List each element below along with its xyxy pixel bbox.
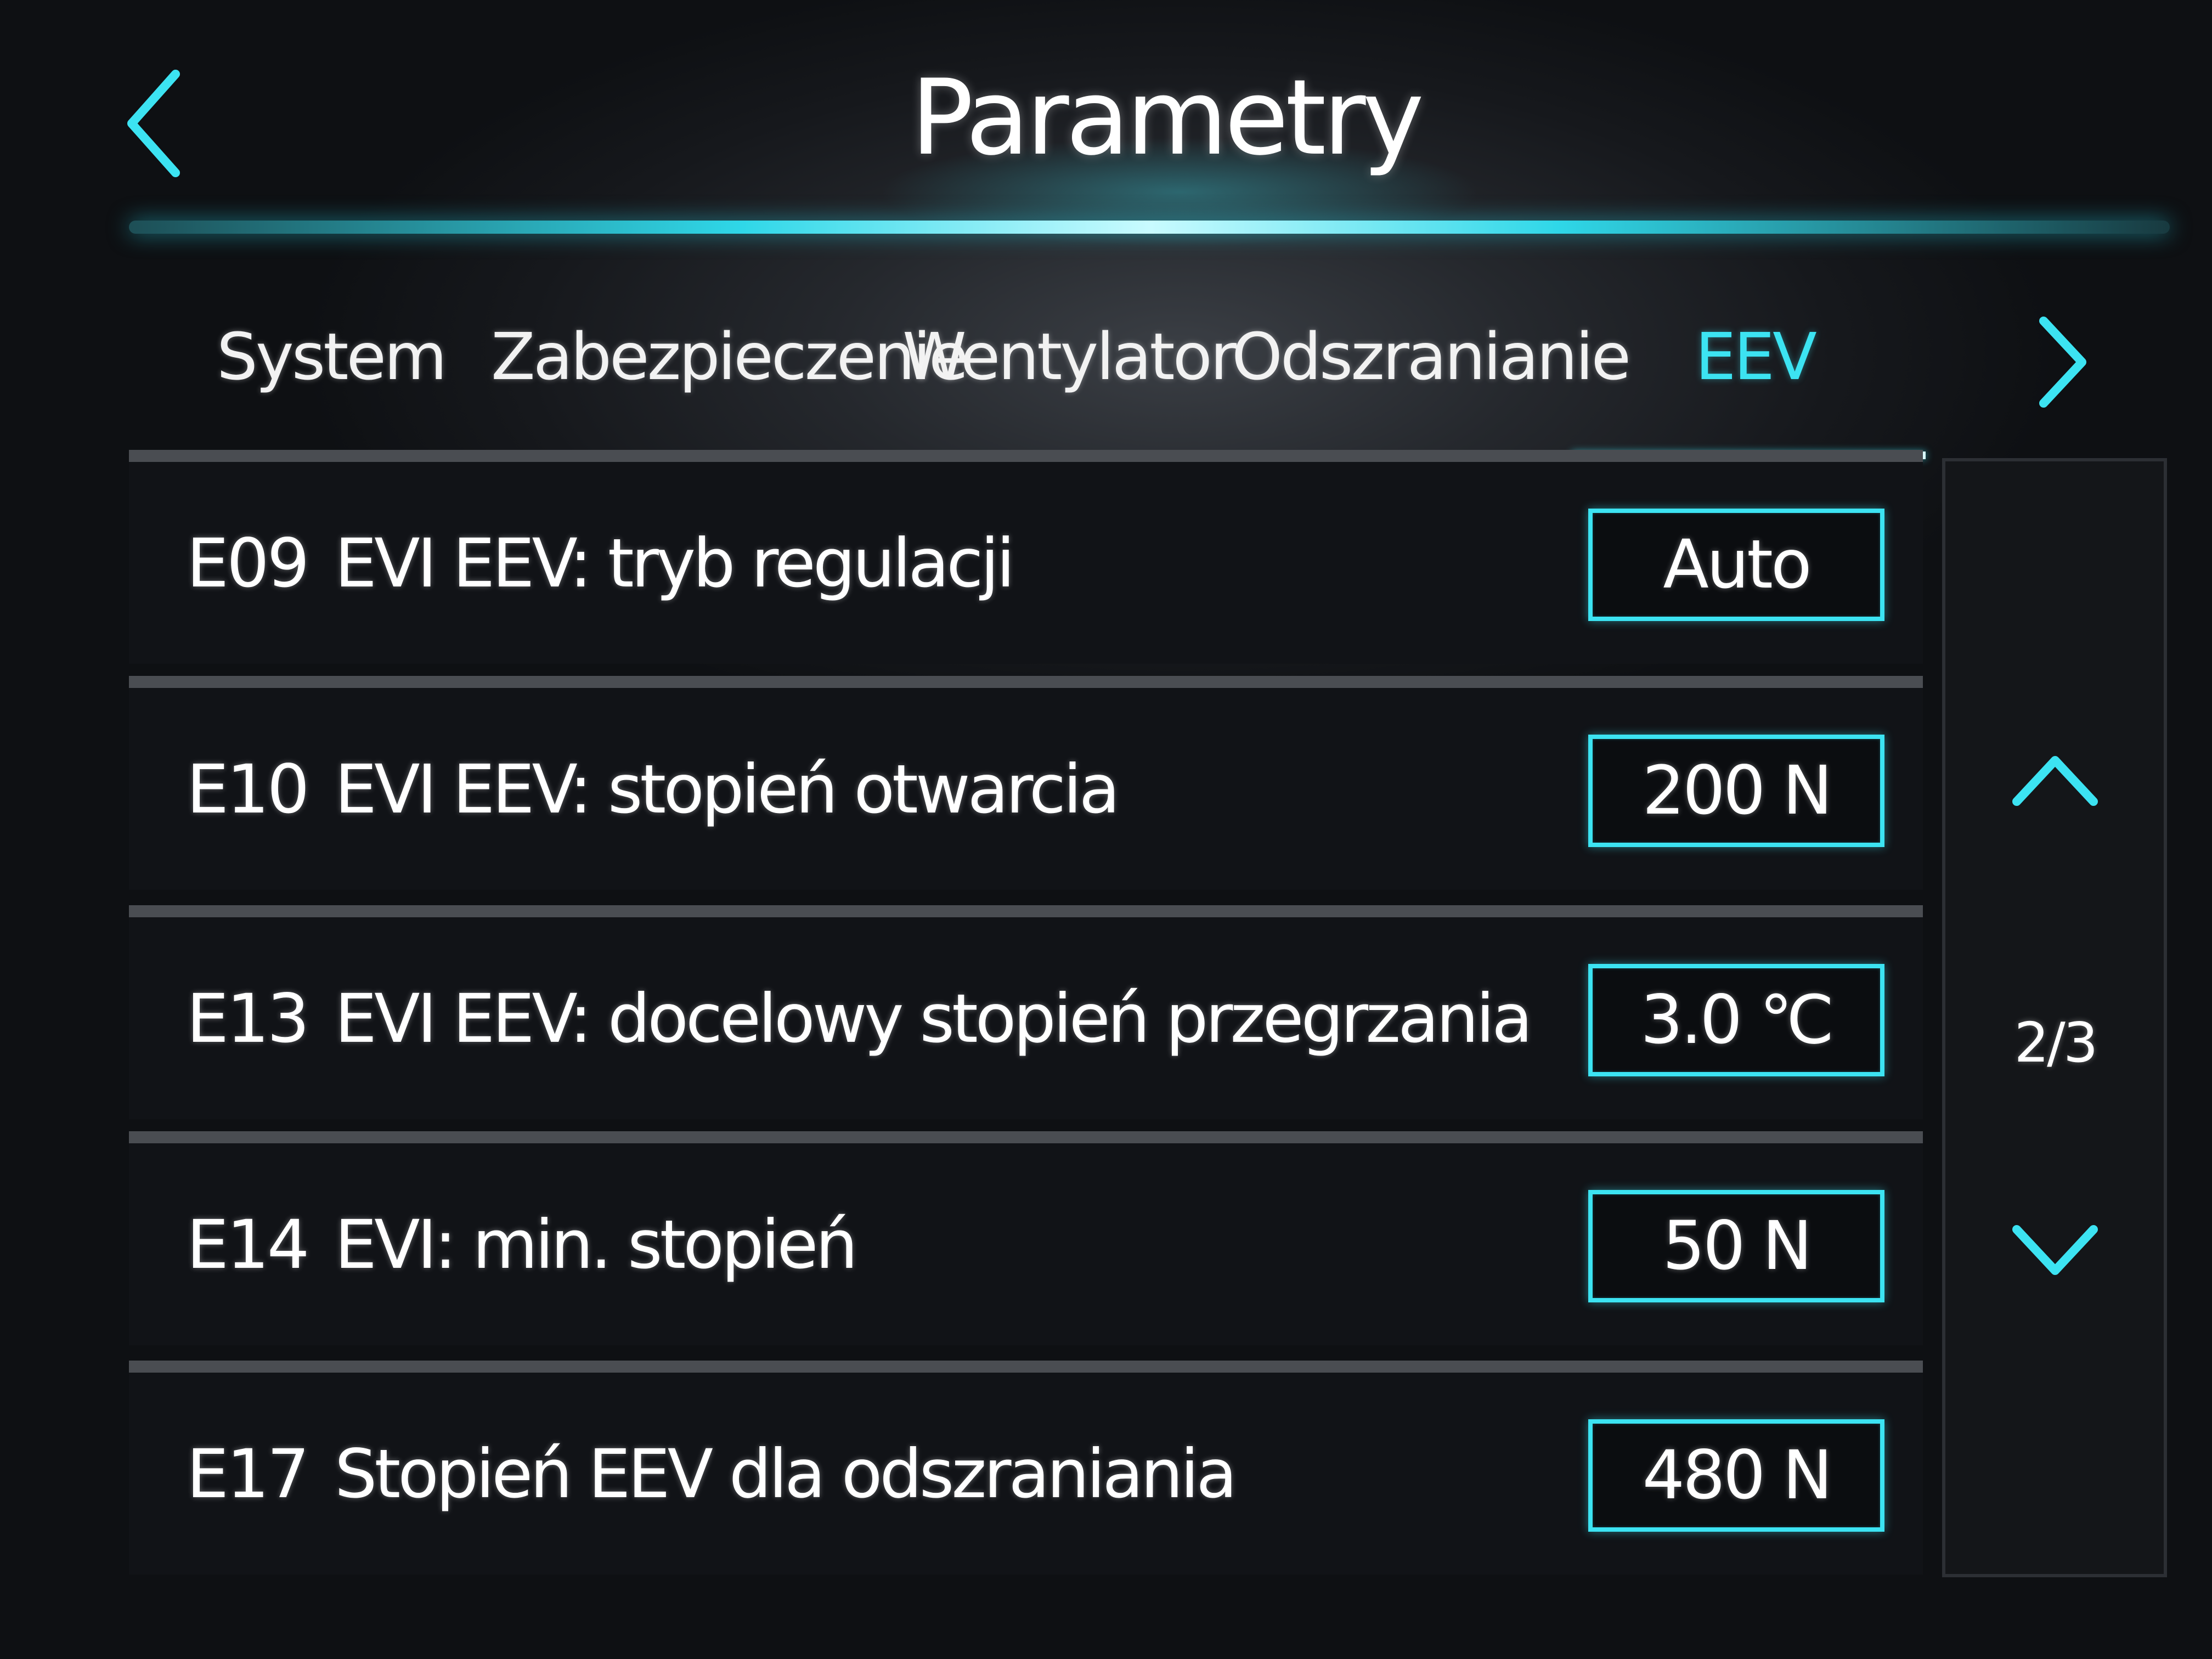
chevron-up-icon [2012,756,2098,806]
parameter-code: E17 [187,1435,309,1513]
tab-wentylator[interactable]: Wentylator [902,291,1237,422]
page-title: Parametry [910,57,1424,178]
chevron-left-icon [127,70,180,177]
parameter-value-field[interactable]: 3.0 ℃ [1588,964,1884,1076]
parameter-value-field[interactable]: 50 N [1588,1190,1884,1302]
tab-zabezpieczenie[interactable]: Zabezpieczenie [491,291,968,422]
parameter-row-e14: E14 EVI: min. stopień 50 N [129,1131,1923,1345]
parameter-code: E13 [187,980,309,1058]
parameter-row-e13: E13 EVI EEV: docelowy stopień przegrzani… [129,905,1923,1119]
parameter-code: E14 [187,1206,309,1284]
parameter-value-field[interactable]: Auto [1588,509,1884,621]
parameter-value-field[interactable]: 200 N [1588,735,1884,847]
pager-panel: 2/3 [1942,458,2167,1577]
chevron-down-icon [2012,1225,2098,1275]
parameters-screen: Parametry System Zabezpieczenie Wentylat… [0,0,2212,1659]
parameter-label: EVI: min. stopień [335,1206,858,1284]
parameter-row-e09: E09 EVI EEV: tryb regulacji Auto [129,450,1923,664]
header-divider [129,221,2170,234]
tab-odszranianie[interactable]: Odszranianie [1232,291,1631,422]
parameter-code: E09 [187,524,309,602]
parameter-code: E10 [187,751,309,828]
tabs-next-button[interactable] [2019,307,2101,417]
page-indicator: 2/3 [2014,1011,2098,1075]
parameter-label: EVI EEV: tryb regulacji [335,524,1015,602]
parameter-label: EVI EEV: stopień otwarcia [335,751,1120,828]
page-down-button[interactable] [1989,1197,2121,1306]
parameter-label: Stopień EEV dla odszraniania [335,1435,1237,1513]
parameter-row-e10: E10 EVI EEV: stopień otwarcia 200 N [129,676,1923,890]
chevron-right-icon [2039,317,2086,408]
back-button[interactable] [115,60,198,187]
parameter-value-field[interactable]: 480 N [1588,1419,1884,1532]
tab-eev[interactable]: EEV [1695,291,1817,422]
tab-system[interactable]: System [217,291,447,422]
parameter-list: E09 EVI EEV: tryb regulacji Auto E10 EVI… [129,450,1923,1583]
tab-bar: System Zabezpieczenie Wentylator Odszran… [129,291,2159,444]
parameter-row-e17: E17 Stopień EEV dla odszraniania 480 N [129,1361,1923,1575]
parameter-label: EVI EEV: docelowy stopień przegrzania [335,980,1533,1058]
page-up-button[interactable] [1989,725,2121,834]
